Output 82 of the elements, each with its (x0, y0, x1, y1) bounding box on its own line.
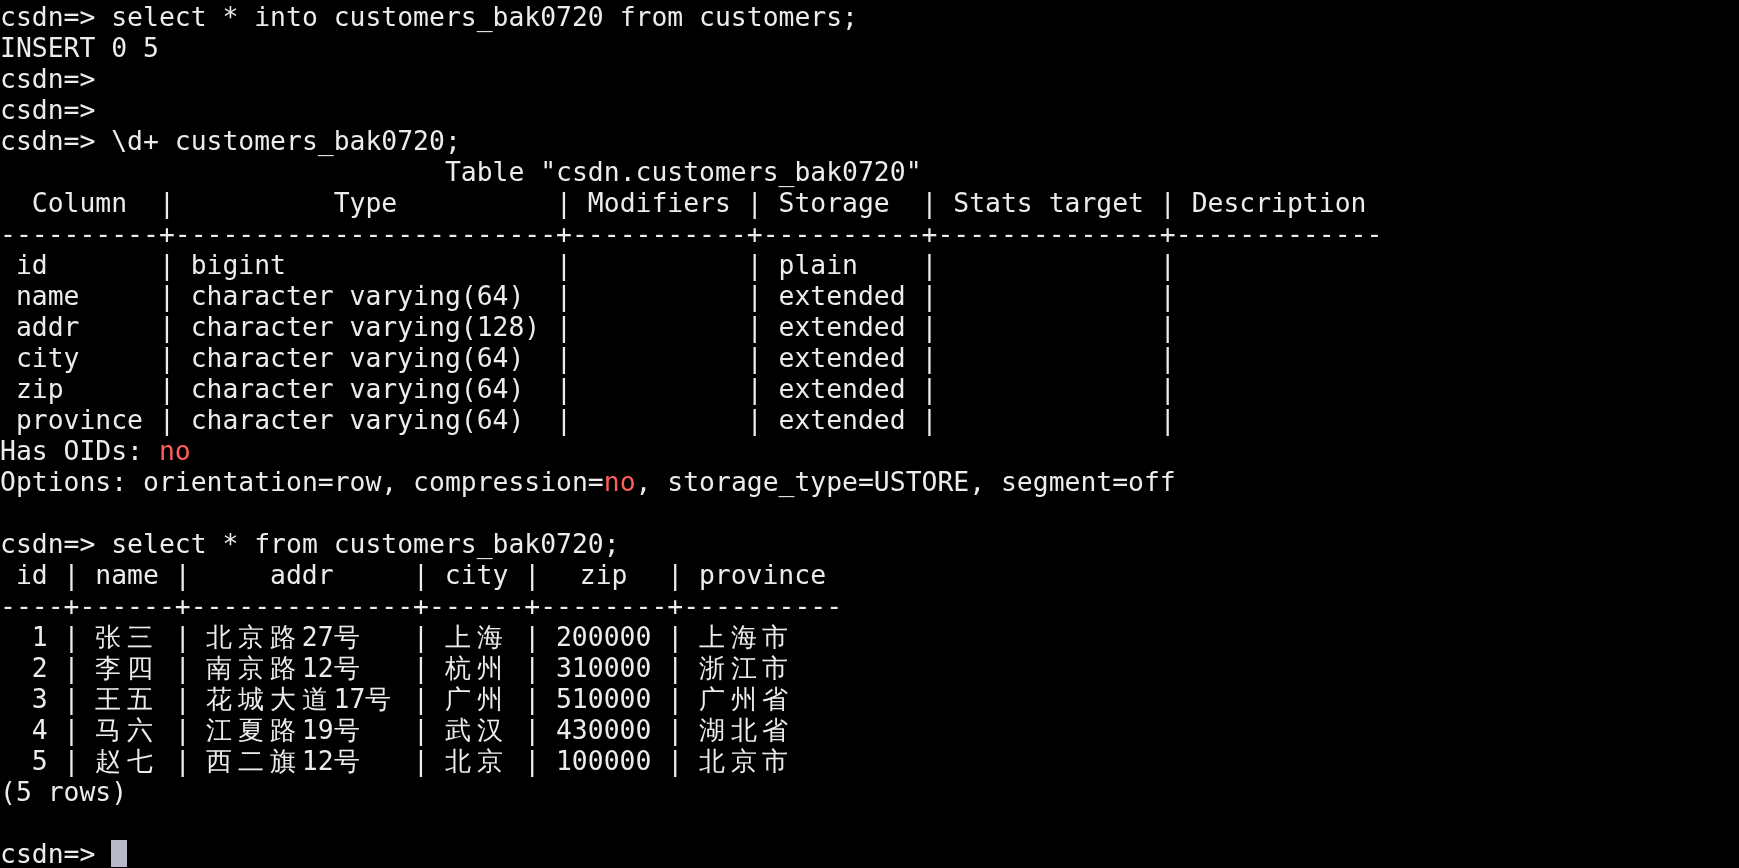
terminal-line: Options: orientation=row, compression=no, storage_type=USTORE, segment=off (0, 466, 1176, 497)
column-divider: | (667, 683, 684, 714)
terminal-line: csdn=> select * into customers_bak0720 from customers; (0, 1, 858, 32)
table-cell: 200000 (555, 621, 652, 652)
terminal-line: csdn=> (0, 63, 96, 94)
column-divider: | (174, 652, 191, 683)
column-header: province (698, 559, 826, 590)
column-divider: | (667, 559, 684, 590)
column-divider: | (524, 652, 541, 683)
table-cell-text: 4 (30, 714, 48, 745)
table-cell-text: 2 (30, 652, 48, 683)
terminal-line: csdn=> \d+ customers_bak0720; (0, 125, 461, 156)
table-cell: 510000 (555, 683, 652, 714)
column-divider: | (667, 621, 684, 652)
table-cell-text: 马六 (95, 714, 155, 745)
column-divider: | (413, 652, 429, 683)
column-divider: | (63, 621, 80, 652)
table-cell-text: 张三 (95, 621, 155, 652)
table-cell-text: 广州 (444, 683, 504, 714)
terminal-line: addr | character varying(128) | | extended | | (14, 311, 1176, 342)
table-cell-text: 赵七 (95, 745, 155, 776)
table-cell-text: 王五 (95, 683, 155, 714)
column-divider: | (413, 714, 429, 745)
terminal-line: name | character varying(64) | | extended | | (14, 280, 1176, 311)
column-divider: | (524, 745, 541, 776)
column-divider: | (63, 559, 80, 590)
command-prompt: csdn=> (0, 838, 96, 868)
column-header: city (444, 559, 509, 590)
terminal-line: Has OIDs: no (0, 435, 191, 466)
table-cell-text: 浙江市 (698, 652, 790, 683)
column-divider: | (413, 745, 429, 776)
table-cell-text: 北京 (444, 745, 504, 776)
column-header: id (15, 559, 48, 590)
table-cell-text: 3 (30, 683, 48, 714)
column-header: name (95, 559, 159, 590)
terminal-line: csdn=> select * from customers_bak0720; (0, 528, 620, 559)
terminal-line: Column | Type | Modifiers | Storage | Stats target | Description (30, 187, 1367, 218)
column-divider: | (413, 621, 429, 652)
terminal-line: zip | character varying(64) | | extended | | (14, 373, 1176, 404)
column-divider: | (63, 652, 80, 683)
terminal-line: city | character varying(64) | | extended | | (14, 342, 1176, 373)
table-cell: 100000 (555, 745, 652, 776)
terminal-line: csdn=> (0, 94, 96, 125)
table-rule: ----+------+--------------+------+--------+---------- (0, 590, 844, 621)
column-divider: | (413, 559, 429, 590)
column-header: addr (269, 559, 335, 590)
table-cell-text: 广州省 (698, 683, 790, 714)
table-cell-text: 上海 (444, 621, 504, 652)
column-divider: | (174, 559, 191, 590)
table-cell-text: 李四 (95, 652, 155, 683)
column-divider: | (524, 714, 541, 745)
text-cursor (111, 840, 128, 867)
column-divider: | (524, 683, 541, 714)
table-cell-text: 5 (30, 745, 48, 776)
column-divider: | (63, 745, 80, 776)
column-divider: | (174, 745, 191, 776)
table-cell: 430000 (555, 714, 652, 745)
terminal-line: Table "csdn.customers_bak0720" (443, 156, 922, 187)
terminal-line: province | character varying(64) | | extended | | (14, 404, 1176, 435)
terminal-line: INSERT 0 5 (0, 32, 159, 63)
terminal-line: ----------+------------------------+-----------+----------+--------------+------------- (0, 218, 1383, 249)
column-divider: | (524, 621, 541, 652)
terminal-line: (5 rows) (0, 776, 128, 807)
terminal-line: id | bigint | | plain | | (14, 249, 1176, 280)
table-cell-text: 1 (30, 621, 48, 652)
column-divider: | (413, 683, 429, 714)
column-divider: | (174, 683, 191, 714)
column-divider: | (524, 559, 541, 590)
table-cell-text: 武汉 (444, 714, 504, 745)
column-divider: | (174, 621, 191, 652)
column-divider: | (667, 714, 684, 745)
column-divider: | (667, 745, 684, 776)
column-divider: | (63, 683, 80, 714)
column-header: zip (578, 559, 629, 590)
column-divider: | (63, 714, 80, 745)
column-divider: | (174, 714, 191, 745)
column-divider: | (667, 652, 684, 683)
table-cell-text: 湖北省 (698, 714, 790, 745)
table-cell: 310000 (555, 652, 652, 683)
table-cell-text: 杭州 (444, 652, 504, 683)
table-cell-text: 上海市 (698, 621, 790, 652)
table-cell-text: 北京市 (698, 745, 790, 776)
